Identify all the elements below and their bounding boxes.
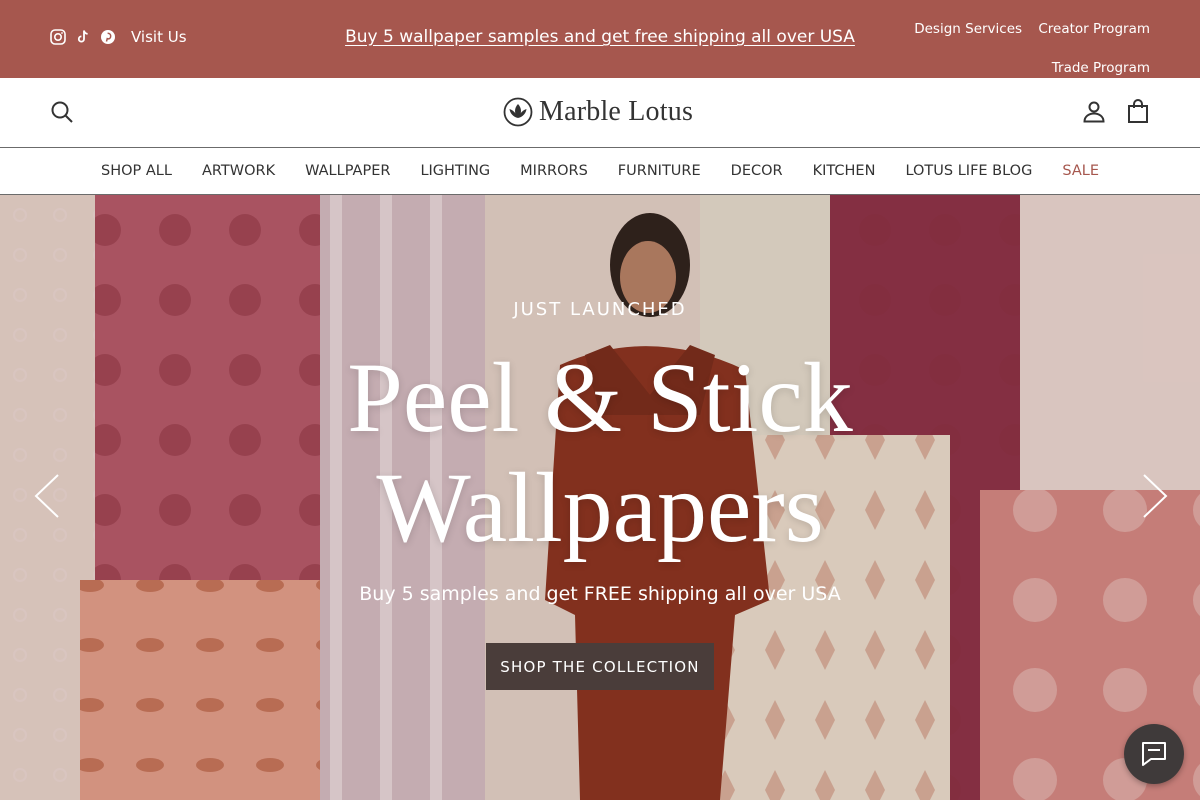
main-nav: SHOP ALL ARTWORK WALLPAPER LIGHTING MIRR… <box>0 147 1200 195</box>
creator-program-link[interactable]: Creator Program <box>1038 21 1150 37</box>
hero-slideshow: JUST LAUNCHED Peel & Stick Wallpapers Bu… <box>0 195 1200 800</box>
nav-item-artwork[interactable]: ARTWORK <box>202 148 275 194</box>
promo-link[interactable]: Buy 5 wallpaper samples and get free shi… <box>345 27 855 47</box>
nav-item-shop-all[interactable]: SHOP ALL <box>101 148 172 194</box>
utility-links: Design Services Creator Program Trade Pr… <box>902 10 1150 88</box>
account-button[interactable] <box>1082 99 1106 127</box>
nav-item-wallpaper[interactable]: WALLPAPER <box>305 148 390 194</box>
nav-item-sale[interactable]: SALE <box>1062 148 1099 194</box>
nav-item-lighting[interactable]: LIGHTING <box>420 148 490 194</box>
site-header: Marble Lotus <box>0 78 1200 147</box>
next-slide-button[interactable] <box>1140 473 1170 523</box>
chat-widget-button[interactable] <box>1124 724 1184 784</box>
search-button[interactable] <box>50 100 74 128</box>
design-services-link[interactable]: Design Services <box>914 21 1022 37</box>
brand-logo[interactable]: Marble Lotus <box>503 96 693 128</box>
cart-icon <box>1128 99 1148 123</box>
announcement-bar: Visit Us Buy 5 wallpaper samples and get… <box>0 0 1200 78</box>
hero-title: Peel & Stick Wallpapers <box>0 343 1200 563</box>
nav-item-mirrors[interactable]: MIRRORS <box>520 148 588 194</box>
chevron-left-icon <box>34 474 59 518</box>
account-icon <box>1083 101 1105 123</box>
chevron-right-icon <box>1143 474 1168 518</box>
hero-eyebrow: JUST LAUNCHED <box>513 299 687 320</box>
hero-title-line-1: Peel & Stick <box>347 342 853 453</box>
hero-subtitle: Buy 5 samples and get FREE shipping all … <box>359 583 841 605</box>
nav-item-furniture[interactable]: FURNITURE <box>618 148 701 194</box>
search-icon <box>51 101 73 123</box>
previous-slide-button[interactable] <box>32 473 62 523</box>
chat-bubble-icon <box>1142 742 1166 766</box>
cart-button[interactable] <box>1126 98 1150 128</box>
brand-name: Marble Lotus <box>539 96 694 127</box>
hero-title-line-2: Wallpapers <box>376 452 824 563</box>
lotus-logo-icon <box>503 97 533 127</box>
trade-program-link[interactable]: Trade Program <box>1052 60 1150 76</box>
nav-item-decor[interactable]: DECOR <box>731 148 783 194</box>
nav-item-kitchen[interactable]: KITCHEN <box>813 148 876 194</box>
nav-item-lotus-life-blog[interactable]: LOTUS LIFE BLOG <box>905 148 1032 194</box>
shop-the-collection-button[interactable]: SHOP THE COLLECTION <box>486 643 714 690</box>
